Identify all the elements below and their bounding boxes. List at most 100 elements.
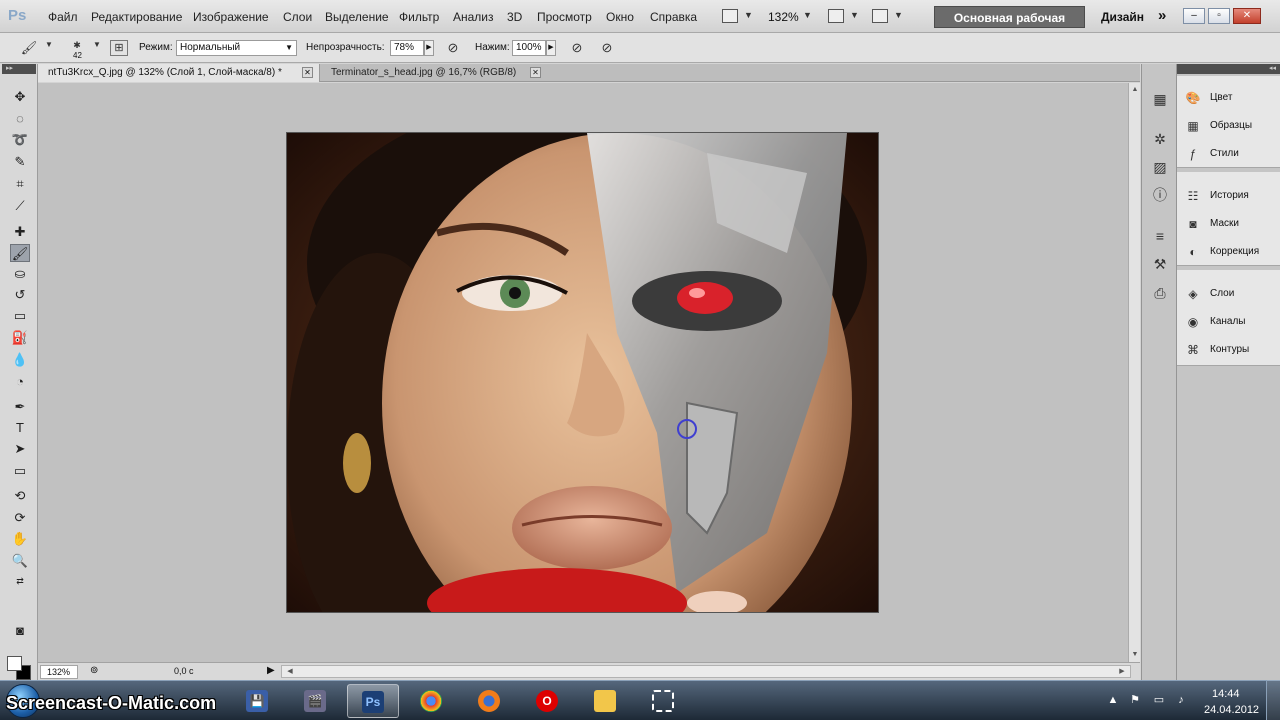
panel-item-adjustments[interactable]: ◐ Коррекция [1183, 242, 1278, 262]
history-brush-tool-icon[interactable]: ↺ [10, 286, 30, 304]
scroll-right-icon[interactable]: ▶ [1116, 667, 1128, 677]
flow-field[interactable]: 100% [512, 40, 546, 56]
snipping-app-button[interactable] [637, 684, 689, 718]
toolbox-grip[interactable]: ▸▸ [2, 64, 36, 74]
show-desktop-button[interactable] [1266, 680, 1280, 720]
healing-brush-tool-icon[interactable]: ✚ [10, 223, 30, 241]
brush-panel-icon[interactable]: ⊞ [110, 40, 128, 56]
zoom-level[interactable]: 132% [768, 10, 799, 24]
explorer-app-button[interactable] [579, 684, 631, 718]
menu-file[interactable]: Файл [48, 10, 78, 24]
chevron-down-icon[interactable]: ▼ [894, 10, 903, 20]
menu-edit[interactable]: Редактирование [91, 10, 182, 24]
network-icon[interactable]: ⚑ [1128, 693, 1142, 707]
menu-layers[interactable]: Слои [283, 10, 312, 24]
panel-item-history[interactable]: ☷ История [1183, 186, 1278, 206]
navigator-icon[interactable]: ▨ [1151, 158, 1169, 176]
tablet-size-icon[interactable]: ⊘ [598, 40, 616, 56]
close-button[interactable]: ✕ [1233, 8, 1261, 24]
path-selection-tool-icon[interactable]: ➤ [10, 440, 30, 458]
clock-time[interactable]: 14:44 [1212, 688, 1240, 700]
more-workspaces-icon[interactable]: » [1158, 7, 1166, 24]
type-tool-icon[interactable]: T [10, 419, 30, 437]
panel-item-channels[interactable]: ◉ Каналы [1183, 312, 1278, 332]
menu-filter[interactable]: Фильтр [399, 10, 439, 24]
menu-select[interactable]: Выделение [325, 10, 389, 24]
clock-date[interactable]: 24.04.2012 [1204, 704, 1259, 716]
firefox-app-button[interactable] [463, 684, 515, 718]
menu-help[interactable]: Справка [650, 10, 697, 24]
crop-tool-icon[interactable]: ⌗ [10, 175, 30, 193]
panel-item-paths[interactable]: ⌘ Контуры [1183, 340, 1278, 360]
document-image[interactable] [286, 132, 879, 613]
power-icon[interactable]: ▭ [1152, 693, 1166, 707]
shape-tool-icon[interactable]: ▭ [10, 462, 30, 480]
panel-item-layers[interactable]: ◈ Слои [1183, 284, 1278, 304]
pen-tool-icon[interactable]: ✒ [10, 398, 30, 416]
chevron-down-icon[interactable]: ▼ [850, 10, 859, 20]
show-hidden-icons-icon[interactable]: ▲ [1106, 693, 1120, 707]
panel-item-masks[interactable]: ◙ Маски [1183, 214, 1278, 234]
tablet-opacity-icon[interactable]: ⊘ [444, 40, 462, 56]
panel-collapse-grip[interactable]: ◂◂ [1177, 64, 1280, 74]
close-icon[interactable]: ✕ [530, 67, 541, 78]
design-workspace-button[interactable]: Дизайн [1101, 10, 1144, 24]
marquee-tool-icon[interactable]: ◌ [10, 110, 30, 128]
status-zoom-field[interactable]: 132% [40, 665, 78, 679]
video-editor-app-button[interactable]: 🎬 [289, 684, 341, 718]
move-tool-icon[interactable]: ✥ [10, 88, 30, 106]
flow-slider-toggle[interactable]: ▶ [546, 40, 556, 56]
tab-document-1[interactable]: ntTu3Krcx_Q.jpg @ 132% (Слой 1, Слой-мас… [38, 64, 320, 82]
3d-orbit-tool-icon[interactable]: ⟳ [10, 509, 30, 527]
brush-tool-icon[interactable]: 🖌 [10, 244, 30, 262]
tab-document-2[interactable]: Terminator_s_head.jpg @ 16,7% (RGB/8) ✕ [321, 64, 547, 82]
foreground-color-swatch[interactable] [7, 656, 22, 671]
chevron-down-icon[interactable]: ▼ [744, 10, 753, 20]
close-icon[interactable]: ✕ [302, 67, 313, 78]
quick-mask-icon[interactable]: ◙ [10, 622, 30, 640]
view-extras-icon[interactable] [872, 9, 888, 23]
airbrush-icon[interactable]: ⊘ [568, 40, 586, 56]
zoom-tool-icon[interactable]: 🔍 [10, 552, 30, 570]
arrange-documents-icon[interactable] [828, 9, 844, 23]
scroll-down-icon[interactable]: ▼ [1129, 650, 1141, 660]
eyedropper-tool-icon[interactable]: ⟋ [10, 197, 30, 215]
clone-stamp-tool-icon[interactable]: ⛀ [10, 265, 30, 283]
clone-source-icon[interactable]: ⎙ [1151, 284, 1169, 302]
screen-mode-icon[interactable] [722, 9, 738, 23]
chevron-down-icon[interactable]: ▼ [88, 40, 106, 56]
3d-rotate-tool-icon[interactable]: ⟲ [10, 487, 30, 505]
opera-app-button[interactable]: O [521, 684, 573, 718]
status-menu-arrow-icon[interactable]: ▶ [267, 665, 275, 676]
chevron-down-icon[interactable]: ▼ [803, 10, 812, 20]
menu-3d[interactable]: 3D [507, 10, 522, 24]
panel-item-styles[interactable]: ƒ Стили [1183, 144, 1278, 164]
hand-tool-icon[interactable]: ✋ [10, 530, 30, 548]
opacity-field[interactable]: 78% [390, 40, 424, 56]
eraser-tool-icon[interactable]: ▭ [10, 307, 30, 325]
panel-item-swatches[interactable]: ▦ Образцы [1183, 116, 1278, 136]
maximize-button[interactable]: ▫ [1208, 8, 1230, 24]
menu-window[interactable]: Окно [606, 10, 634, 24]
save-app-button[interactable]: 💾 [231, 684, 283, 718]
panel-item-color[interactable]: 🎨 Цвет [1183, 88, 1278, 108]
workspace-button[interactable]: Основная рабочая среда [934, 6, 1085, 47]
lasso-tool-icon[interactable]: ➰ [10, 131, 30, 149]
menu-analysis[interactable]: Анализ [453, 10, 494, 24]
swap-colors-icon[interactable]: ⇄ [10, 572, 30, 590]
menu-view[interactable]: Просмотр [537, 10, 592, 24]
chevron-down-icon[interactable]: ▼ [40, 40, 58, 56]
menu-image[interactable]: Изображение [193, 10, 269, 24]
document-info-icon[interactable]: ⊚ [90, 665, 98, 676]
mode-select[interactable]: Нормальный ▼ [176, 40, 297, 56]
brush-tool-preset-icon[interactable]: 🖌 [20, 40, 38, 56]
scroll-up-icon[interactable]: ▲ [1129, 85, 1141, 95]
info-icon[interactable]: ⓘ [1151, 186, 1169, 204]
chrome-app-button[interactable] [405, 684, 457, 718]
horizontal-scrollbar[interactable]: ◀ ▶ [281, 665, 1131, 678]
photoshop-app-button[interactable]: Ps [347, 684, 399, 718]
quick-selection-tool-icon[interactable]: ✎ [10, 153, 30, 171]
minimize-button[interactable]: – [1183, 8, 1205, 24]
character-icon[interactable]: ≡ [1151, 227, 1169, 245]
mini-bridge-icon[interactable]: ▦ [1151, 90, 1169, 108]
